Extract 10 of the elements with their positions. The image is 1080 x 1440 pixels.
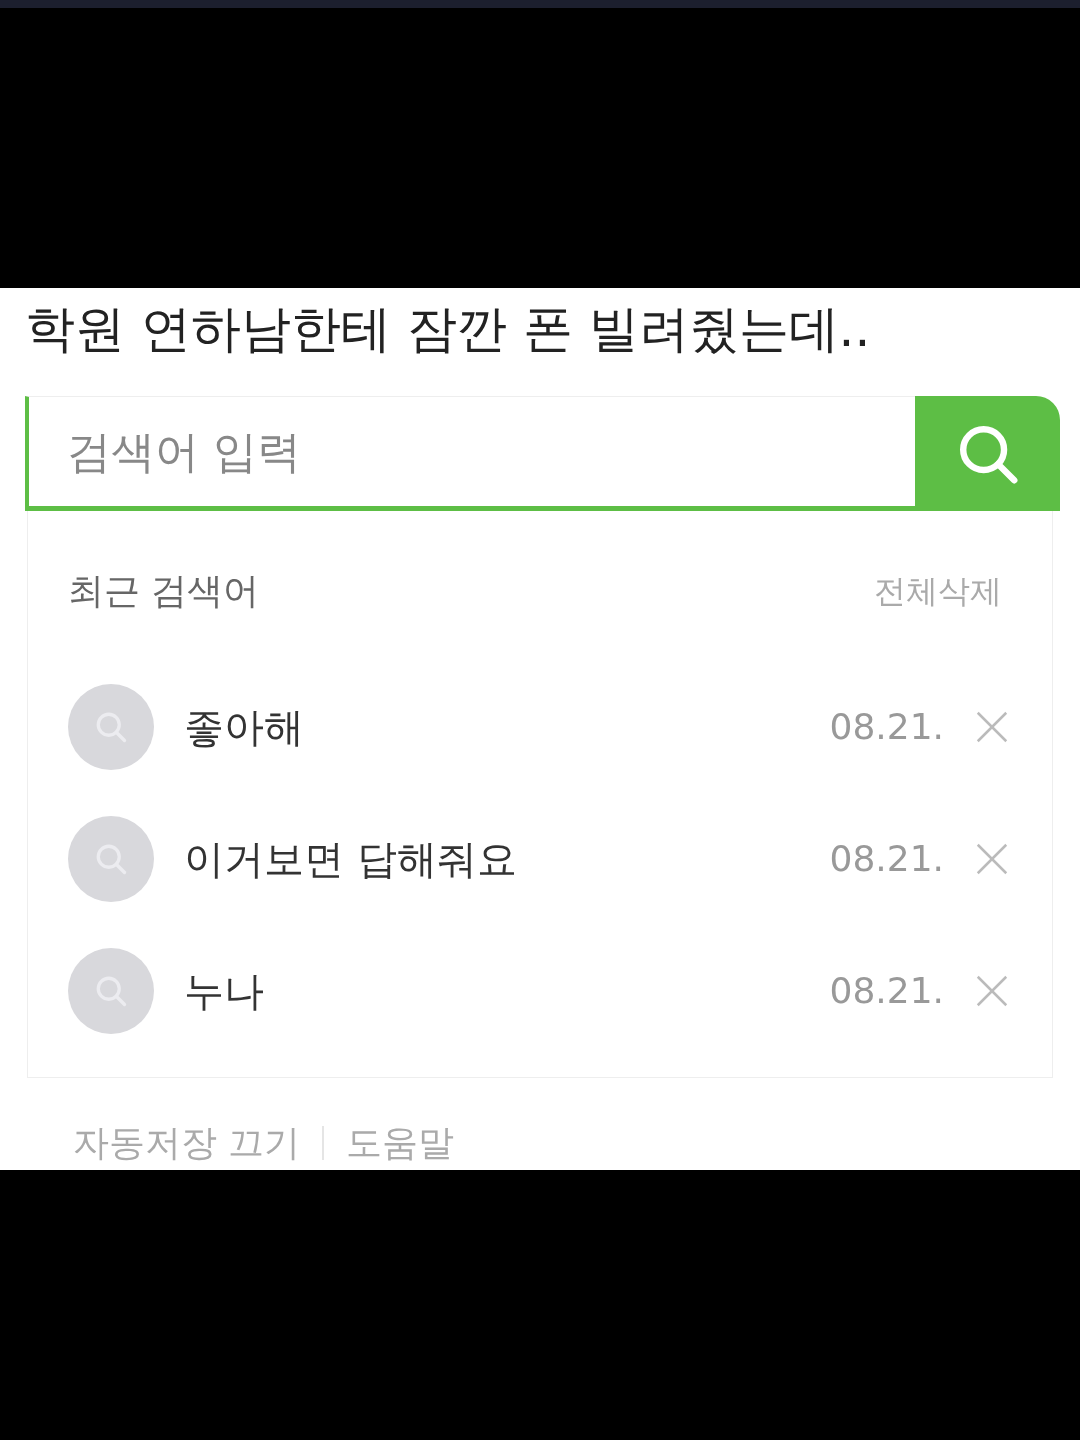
recent-query[interactable]: 이거보면 답해줘요 — [184, 829, 830, 889]
recent-query[interactable]: 누나 — [184, 961, 830, 1021]
query-date: 08.21. — [829, 705, 944, 749]
query-date: 08.21. — [829, 969, 944, 1013]
recent-title: 최근 검색어 — [68, 569, 260, 613]
query-date: 08.21. — [829, 837, 944, 881]
search-field[interactable]: 검색어 입력 — [25, 396, 915, 511]
search-button[interactable] — [915, 396, 1060, 511]
recent-query[interactable]: 좋아해 — [184, 697, 830, 757]
caption: 학원 연하남한테 잠깐 폰 빌려줬는데.. — [25, 304, 872, 354]
